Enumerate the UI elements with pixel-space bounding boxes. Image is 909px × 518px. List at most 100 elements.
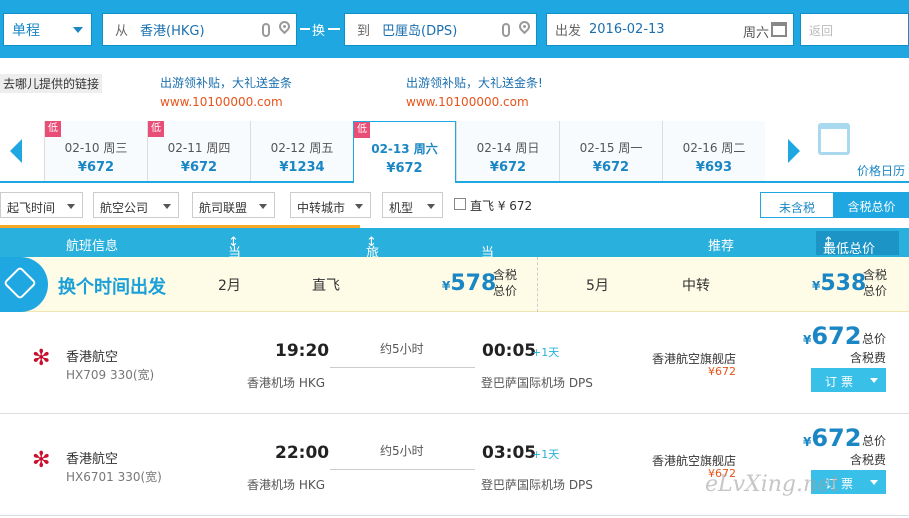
arr-airport: 登巴萨国际机场 DPS [481, 376, 593, 390]
tax-label: 含税费 [850, 453, 887, 467]
ads-label: 去哪儿提供的链接 [0, 74, 103, 93]
filter-transfer-city[interactable]: 中转城市 [290, 192, 371, 218]
date-label: 02-12 周五 [270, 141, 334, 155]
promo-month[interactable]: 5月 [586, 275, 609, 295]
date-cell[interactable]: 02-16 周二 ¥693 [662, 121, 765, 181]
date-price: ¥672 [489, 160, 527, 175]
date-price-strip: 低 02-10 周三 ¥672 低 02-11 周四 ¥672 02-12 周五 ¥123… [0, 121, 909, 183]
total-note: 总价 [493, 284, 518, 298]
promo-type: 直飞 [312, 278, 340, 294]
ad-url[interactable]: www.10100000.com [160, 95, 292, 109]
mic-icon[interactable] [502, 23, 510, 37]
ad-link[interactable]: 出游领补贴，大礼送金条! www.10100000.com [406, 74, 543, 109]
price-calendar-link[interactable]: 价格日历 [857, 162, 905, 179]
header-recommend[interactable]: 推荐 [708, 235, 734, 254]
promo-type: 中转 [682, 278, 710, 294]
from-city-input[interactable]: 从 香港(HKG) [102, 13, 297, 46]
total-note: 总价 [863, 284, 888, 298]
arr-time: 03:05 [482, 443, 537, 463]
sort-lowest-price[interactable]: 最低总价 ↕ [816, 231, 899, 257]
calendar-icon[interactable] [771, 22, 787, 37]
ad-title[interactable]: 出游领补贴，大礼送金条! [406, 74, 543, 91]
date-price: ¥672 [386, 161, 423, 176]
flight-row[interactable]: ✻ 香港航空 HX6701 330(宽) 22:00 约5小时 03:05 +1… [0, 414, 909, 516]
book-button[interactable]: 订票 [811, 368, 886, 392]
filter-airline[interactable]: 航空公司 [93, 192, 179, 218]
chevron-down-icon [73, 27, 83, 33]
flight-row[interactable]: ✻ 香港航空 HX709 330(宽) 19:20 约5小时 00:05 +1天… [0, 312, 909, 414]
filter-alliance[interactable]: 航司联盟 [192, 192, 275, 218]
total-price: ¥672 [803, 322, 861, 350]
dep-time: 19:20 [275, 341, 330, 361]
date-price: ¥693 [695, 160, 733, 175]
price-value: 672 [811, 424, 862, 452]
tax-included-toggle[interactable]: 含税总价 [834, 192, 909, 218]
filter-label: 起飞时间 [7, 201, 56, 215]
date-cell[interactable]: 低 02-10 周三 ¥672 [44, 121, 147, 181]
from-prefix: 从 [115, 24, 129, 39]
promo-price[interactable]: ¥578 [442, 271, 496, 296]
date-cell[interactable]: 02-12 周五 ¥1234 [250, 121, 353, 181]
tax-label: 含税费 [850, 351, 887, 365]
filter-label: 中转城市 [297, 201, 346, 215]
tax-note: 含税 [863, 268, 888, 282]
price-value: 672 [811, 322, 862, 350]
from-city-value: 香港(HKG) [140, 24, 205, 39]
date-label: 02-10 周三 [64, 141, 128, 155]
date-cell[interactable]: 低 02-11 周四 ¥672 [147, 121, 250, 181]
location-pin-icon[interactable] [516, 18, 533, 35]
date-label: 02-11 周四 [167, 141, 231, 155]
tax-excluded-toggle[interactable]: 未含税 [760, 192, 834, 218]
promo-month[interactable]: 2月 [218, 275, 241, 295]
date-cell[interactable]: 02-14 周日 ¥672 [456, 121, 559, 181]
filter-bar: 起飞时间 航空公司 航司联盟 中转城市 机型 直飞 ¥ 672 未含税 含税总价 [0, 192, 909, 218]
ad-url[interactable]: www.10100000.com [406, 95, 543, 109]
depart-date-value: 2016-02-13 [589, 22, 665, 37]
duration: 约5小时 [380, 444, 424, 458]
airline-name: 香港航空 [66, 350, 119, 365]
to-city-input[interactable]: 到 巴厘岛(DPS) [344, 13, 537, 46]
book-label: 订票 [825, 375, 858, 389]
depart-weekday: 周六 [743, 26, 770, 41]
location-pin-icon[interactable] [276, 18, 293, 35]
dep-time: 22:00 [275, 443, 330, 463]
tax-note: 含税 [493, 268, 518, 282]
trip-type-select[interactable]: 单程 [3, 13, 92, 46]
to-prefix: 到 [357, 24, 371, 39]
search-bar: 单程 从 香港(HKG) 换 到 巴厘岛(DPS) 出发 2016-02-13 … [0, 0, 909, 58]
results-header: 航班信息 当地起飞时间 ↕ 旅行总时长 ↕ 当地降落时间 推荐 最低总价 ↕ [0, 228, 909, 356]
swap-dash [300, 28, 310, 30]
dep-airport: 香港机场 HKG [247, 376, 326, 390]
date-price: ¥672 [592, 160, 630, 175]
next-day-badge: +1天 [532, 448, 560, 461]
prev-arrow-icon[interactable] [10, 139, 22, 163]
low-price-badge: 低 [45, 121, 61, 137]
mic-icon[interactable] [262, 23, 270, 37]
date-cell-selected[interactable]: 低 02-13 周六 ¥672 [353, 121, 456, 183]
sort-dep-time[interactable]: 当地起飞时间 ↕ [228, 235, 241, 356]
arr-airport: 登巴萨国际机场 DPS [481, 478, 593, 492]
swap-button[interactable]: 换 [312, 20, 325, 39]
promo-price[interactable]: ¥538 [812, 271, 866, 296]
date-price: ¥672 [77, 160, 115, 175]
next-arrow-icon[interactable] [788, 139, 800, 163]
return-date-input[interactable]: 返回 [800, 13, 909, 46]
depart-date-input[interactable]: 出发 2016-02-13 周六 [546, 13, 794, 46]
depart-label: 出发 [555, 24, 582, 39]
divider [537, 257, 538, 312]
promo-tax-note: 含税 总价 [863, 267, 887, 299]
date-cell[interactable]: 02-15 周一 ¥672 [559, 121, 662, 181]
swap-label: 换 [312, 24, 326, 39]
filter-aircraft[interactable]: 机型 [382, 192, 443, 218]
sort-duration[interactable]: 旅行总时长 ↕ [366, 235, 379, 337]
return-placeholder: 返回 [809, 24, 834, 38]
route-line [330, 367, 475, 368]
total-label: 总价 [862, 332, 887, 346]
tax-incl-label: 含税总价 [847, 200, 896, 214]
ad-title[interactable]: 出游领补贴，大礼送金条 [160, 74, 292, 91]
date-label: 02-16 周二 [682, 141, 746, 155]
filter-dep-time[interactable]: 起飞时间 [0, 192, 83, 218]
calendar-icon[interactable] [818, 123, 850, 155]
direct-checkbox[interactable] [454, 198, 466, 210]
ad-link[interactable]: 出游领补贴，大礼送金条 www.10100000.com [160, 74, 292, 109]
